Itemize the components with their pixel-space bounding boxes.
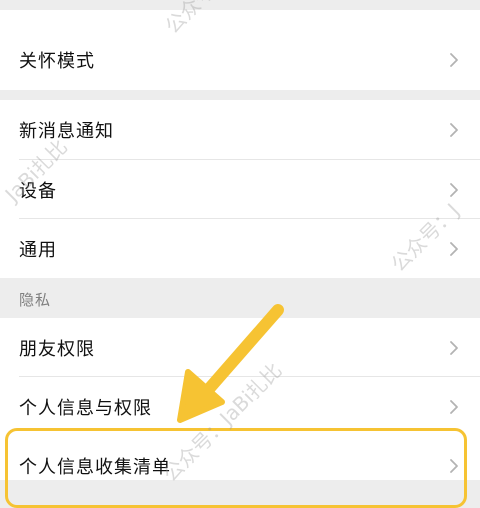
arrow-down-left-icon bbox=[177, 304, 284, 423]
